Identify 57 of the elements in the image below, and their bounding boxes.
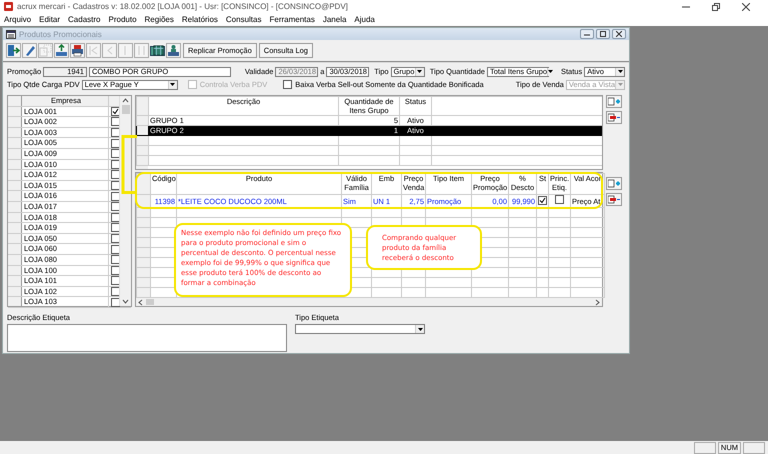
checkbox[interactable]: [110, 202, 120, 212]
checkbox[interactable]: [110, 149, 120, 158]
restore-icon[interactable]: [712, 2, 720, 10]
dropdown-arrow-icon[interactable]: [618, 70, 622, 73]
toolbar-icon[interactable]: [153, 44, 164, 57]
window-icon: [6, 30, 16, 38]
checkbox[interactable]: [110, 128, 120, 138]
checkbox[interactable]: [110, 170, 120, 180]
connector-line: [121, 135, 137, 195]
checkbox[interactable]: [555, 196, 564, 204]
scroll-thumb[interactable]: [146, 299, 154, 305]
add-row-button[interactable]: [606, 177, 622, 190]
checkbox[interactable]: [538, 196, 547, 204]
menu-item[interactable]: Ferramentas: [269, 15, 315, 24]
label-type-dropdown[interactable]: [295, 324, 425, 334]
status-panel: [743, 442, 765, 454]
close-icon[interactable]: [616, 31, 622, 37]
remove-row-button[interactable]: [606, 111, 622, 124]
label-description-field[interactable]: [7, 324, 287, 352]
menu-item[interactable]: Ajuda: [354, 15, 375, 24]
add-row-button[interactable]: [606, 95, 622, 108]
scroll-thumb[interactable]: [122, 105, 130, 114]
dropdown-arrow-icon[interactable]: [170, 83, 176, 86]
app-title: acrux mercari - Cadastros v: 18.02.002 [LOJA 001] - Usr: [CONSINCO] - [CONSINCO@PDV]: [17, 2, 348, 11]
checkbox[interactable]: [110, 244, 120, 254]
checkbox[interactable]: [110, 276, 120, 286]
menu-item[interactable]: Cadastro: [68, 15, 100, 24]
checkbox[interactable]: [110, 234, 120, 244]
checkbox[interactable]: [110, 117, 120, 126]
close-icon[interactable]: [742, 2, 750, 10]
menu-item[interactable]: Regiões: [144, 15, 174, 24]
minimize-button[interactable]: [580, 29, 594, 39]
remove-row-button[interactable]: [606, 193, 622, 206]
checkbox[interactable]: [110, 192, 120, 201]
checkbox[interactable]: [110, 298, 120, 307]
menu-item[interactable]: Consultas: [226, 15, 262, 24]
dropdown-arrow-icon[interactable]: [417, 70, 422, 73]
checkbox[interactable]: [283, 80, 292, 89]
menu-item[interactable]: Arquivo: [4, 15, 32, 24]
dropdown-arrow-icon[interactable]: [548, 70, 554, 73]
close-button[interactable]: [612, 29, 626, 39]
toolbar-button[interactable]: [150, 46, 165, 56]
menu-item[interactable]: Janela: [322, 15, 346, 24]
menu-item[interactable]: Produto: [108, 15, 137, 24]
checkbox[interactable]: [110, 255, 120, 264]
status-panel: [694, 442, 716, 454]
scrollbar[interactable]: [136, 298, 602, 306]
checkbox[interactable]: [110, 181, 120, 190]
checkbox[interactable]: [110, 223, 120, 232]
window-title: Produtos Promocionais: [19, 30, 102, 38]
maximize-button[interactable]: [596, 29, 610, 39]
menu-item[interactable]: Editar: [39, 15, 60, 24]
maximize-icon[interactable]: [600, 31, 606, 37]
checkbox[interactable]: [110, 138, 120, 148]
menu-item[interactable]: Relatórios: [182, 15, 218, 24]
dropdown-arrow-icon[interactable]: [418, 328, 422, 330]
scrollbar[interactable]: [119, 96, 131, 306]
